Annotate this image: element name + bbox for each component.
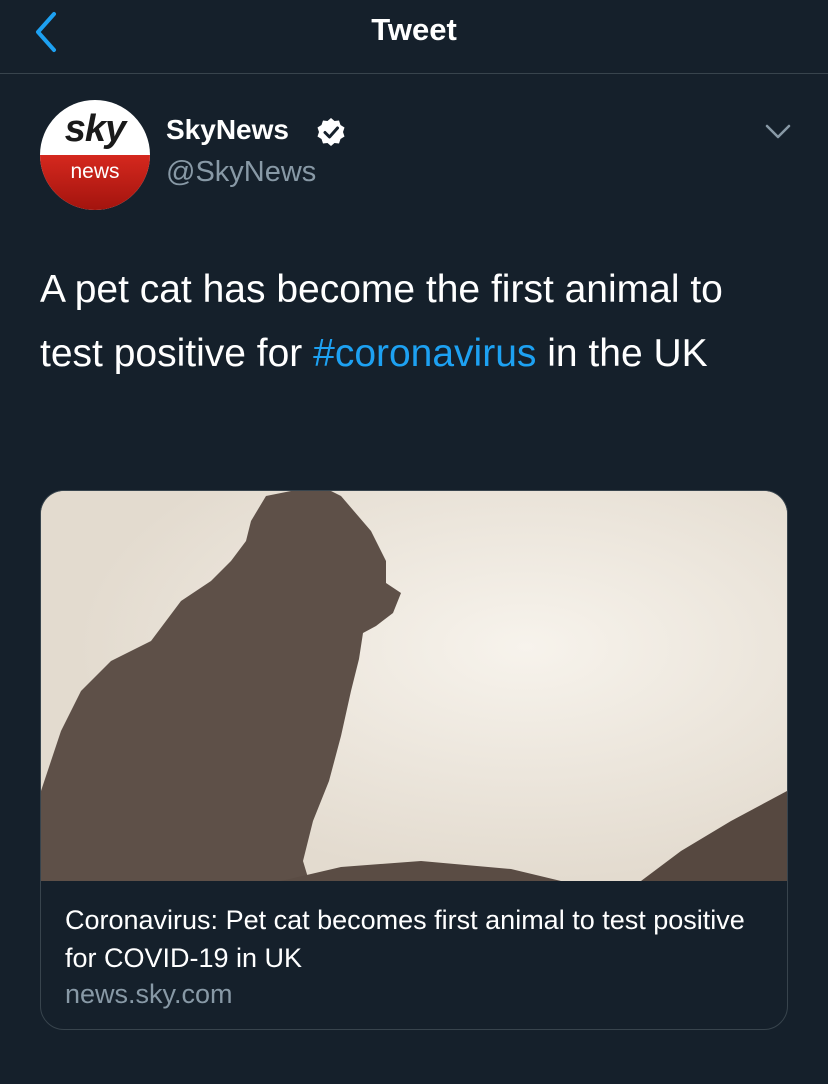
tweet-text-after: in the UK [536,332,708,375]
avatar[interactable]: sky news [40,100,150,210]
link-preview-card[interactable]: Coronavirus: Pet cat becomes first anima… [40,490,788,1030]
verified-badge-icon [316,117,346,147]
cat-silhouette-image [41,491,787,881]
page-title: Tweet [371,12,457,47]
card-title: Coronavirus: Pet cat becomes first anima… [65,905,745,973]
tweet-menu-button[interactable] [764,122,792,142]
hashtag-link[interactable]: #coronavirus [313,332,536,375]
tweet-text: A pet cat has become the first animal to… [40,258,790,386]
card-image[interactable] [41,491,787,881]
top-nav-bar: Tweet [0,0,828,74]
chevron-down-icon [765,124,791,139]
avatar-logo-text-bottom: news [70,160,120,183]
card-domain: news.sky.com [65,979,233,1009]
handle[interactable]: @SkyNews [166,156,316,189]
avatar-logo-text-top: sky [64,108,126,150]
display-name[interactable]: SkyNews [166,114,289,146]
